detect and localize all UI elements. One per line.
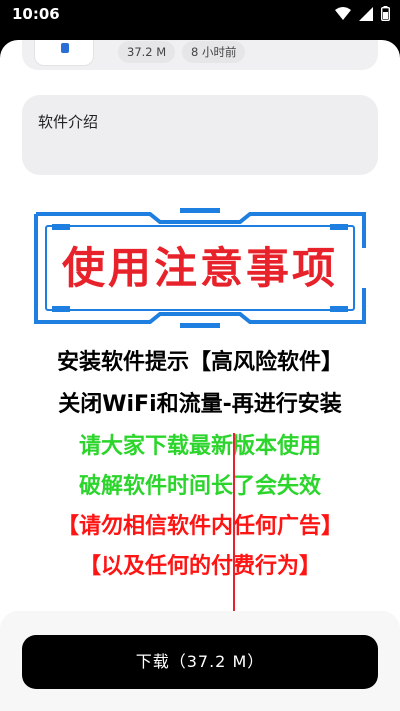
software-intro-title: 软件介绍 xyxy=(38,113,99,131)
notice-line-no-payment: 【以及任何的付费行为】 xyxy=(78,554,321,579)
bottom-sheet: 37.2 M 8 小时前 软件介绍 使用注意事项 安装软件提示【高风险软件】 关… xyxy=(0,40,400,711)
battery-icon xyxy=(380,6,390,25)
notice-banner: 使用注意事项 安装软件提示【高风险软件】 关闭WiFi和流量-再进行安装 请大家… xyxy=(0,198,400,681)
software-intro-card: 软件介绍 xyxy=(22,95,378,175)
updated-time-badge: 8 小时前 xyxy=(182,41,246,63)
notice-title: 使用注意事项 xyxy=(62,244,338,294)
status-icons xyxy=(335,6,390,25)
status-bar: 10:06 xyxy=(0,0,400,28)
size-badge: 37.2 M xyxy=(118,41,176,63)
notice-line-download-latest: 请大家下载最新版本使用 xyxy=(78,434,321,459)
notice-line-no-ads: 【请勿相信软件内任何广告】 xyxy=(56,514,343,539)
download-bar: 下载（37.2 M） xyxy=(0,611,400,711)
download-button[interactable]: 下载（37.2 M） xyxy=(22,635,378,689)
notice-line-expiry: 破解软件时间长了会失效 xyxy=(78,474,321,499)
app-icon xyxy=(34,40,94,66)
app-info-card: 37.2 M 8 小时前 xyxy=(22,40,378,70)
notice-frame: 使用注意事项 xyxy=(30,208,370,328)
wifi-icon xyxy=(335,6,351,25)
notice-line-disable-network: 关闭WiFi和流量-再进行安装 xyxy=(58,392,342,417)
signal-icon xyxy=(359,6,373,25)
notice-line-risk-warning: 安装软件提示【高风险软件】 xyxy=(56,350,343,375)
app-logo-mark xyxy=(61,43,69,53)
status-time: 10:06 xyxy=(12,5,60,23)
